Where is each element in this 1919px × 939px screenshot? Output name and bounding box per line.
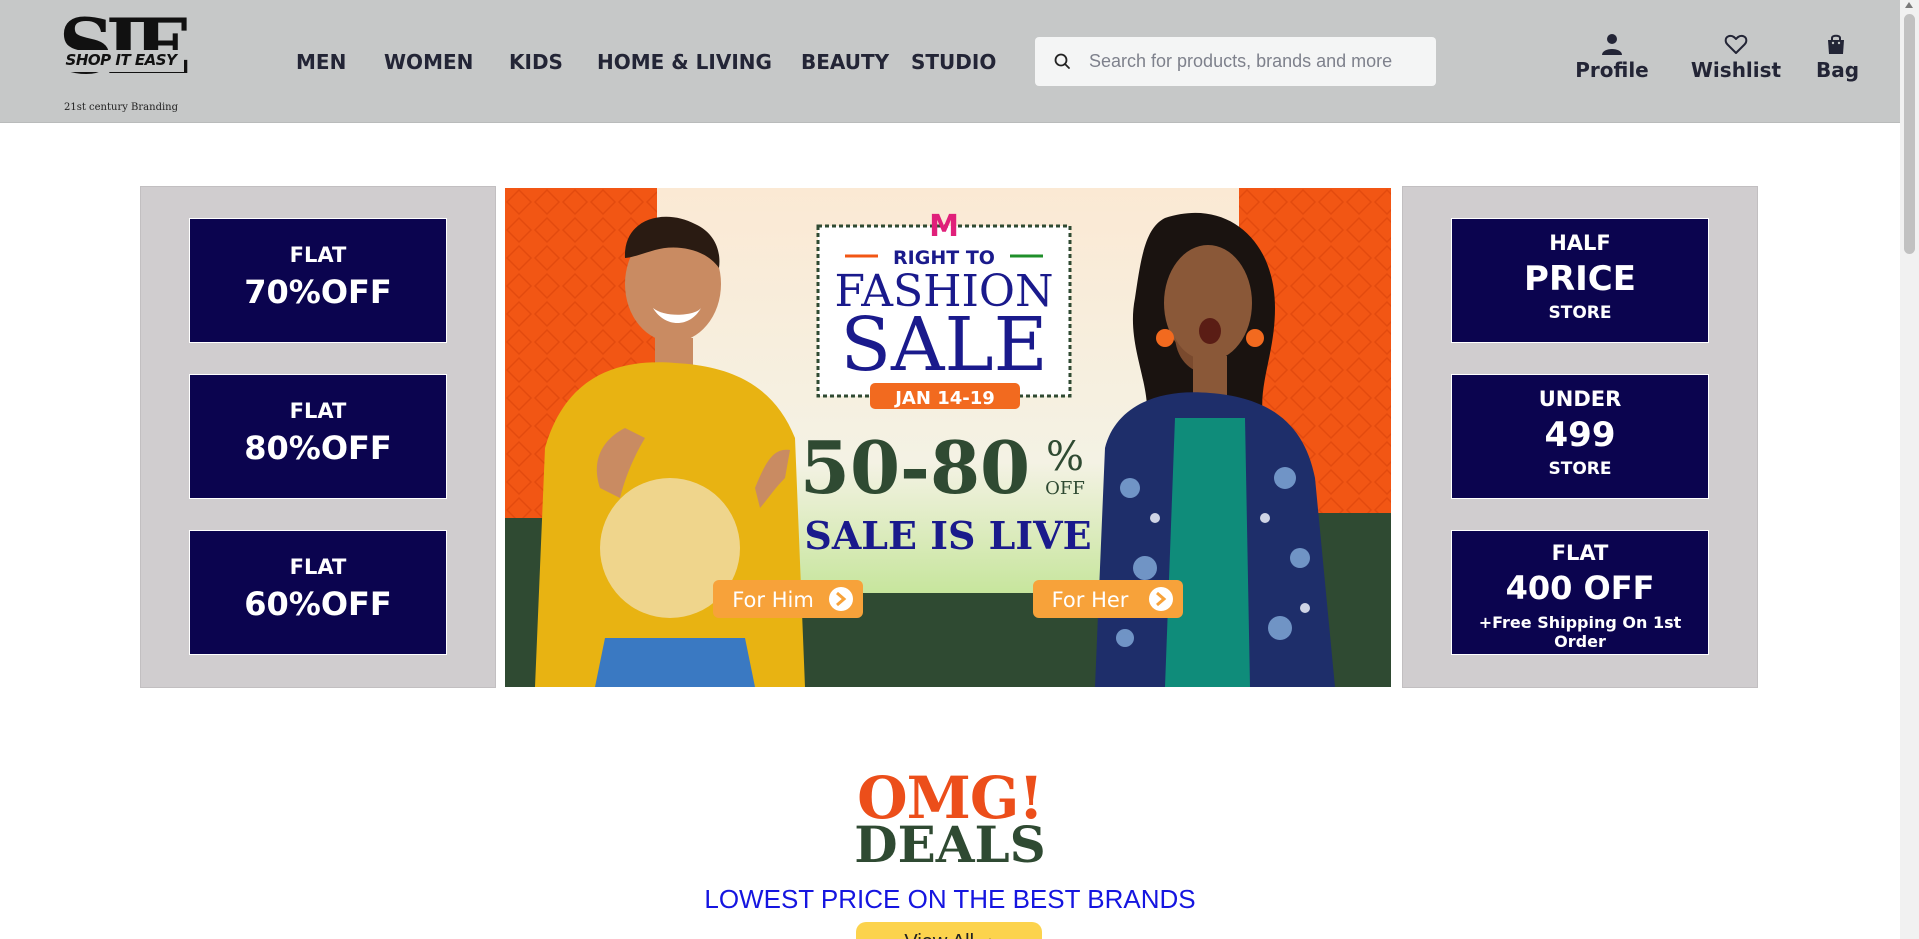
scrollbar-thumb[interactable] bbox=[1904, 14, 1915, 254]
offer-line3: +Free Shipping On 1st Order bbox=[1478, 613, 1682, 651]
offer-card-flat-400[interactable]: FLAT 400 OFF +Free Shipping On 1st Order bbox=[1451, 530, 1709, 655]
myntra-logo-icon: M bbox=[929, 209, 959, 244]
user-icon bbox=[1572, 32, 1652, 56]
banner-title-sale: SALE bbox=[840, 302, 1047, 388]
omg-deals-section: OMG! DEALS LOWEST PRICE ON THE BEST BRAN… bbox=[0, 769, 1900, 915]
banner-dates: JAN 14-19 bbox=[893, 388, 995, 409]
nav-studio[interactable]: STUDIO bbox=[911, 50, 996, 74]
for-her-button[interactable]: For Her bbox=[1052, 588, 1129, 612]
logo-brand-name: SHOP IT EASY bbox=[65, 51, 177, 69]
page: SIE SHOP IT EASY 21st century Branding M… bbox=[0, 0, 1919, 939]
view-all-button[interactable]: View All bbox=[856, 922, 1042, 939]
left-offers-panel: FLAT 70%OFF FLAT 80%OFF FLAT 60%OFF bbox=[140, 186, 496, 688]
offer-line1: FLAT bbox=[289, 399, 347, 423]
search-input[interactable] bbox=[1089, 37, 1429, 86]
logo-monogram: SIE bbox=[58, 2, 191, 91]
offer-card-under-499[interactable]: UNDER 499 STORE bbox=[1451, 374, 1709, 499]
offer-line2: 60%OFF bbox=[244, 585, 392, 623]
banner-graphic: M RIGHT TO FASHION SALE JAN 14-19 50-80 … bbox=[505, 188, 1391, 687]
offer-card-flat-60[interactable]: FLAT 60%OFF bbox=[189, 530, 447, 655]
search-bar bbox=[1035, 37, 1436, 86]
nav-kids[interactable]: KIDS bbox=[509, 50, 563, 74]
scrollbar[interactable] bbox=[1900, 0, 1919, 939]
profile-button[interactable]: Profile bbox=[1572, 32, 1652, 88]
offer-line1: FLAT bbox=[1551, 541, 1609, 565]
nav-men[interactable]: MEN bbox=[296, 50, 346, 74]
nav-beauty[interactable]: BEAUTY bbox=[801, 50, 889, 74]
heart-icon bbox=[1688, 32, 1784, 56]
scroll-up-arrow-icon[interactable] bbox=[1905, 2, 1913, 8]
offer-line1: HALF bbox=[1549, 231, 1611, 255]
shopping-bag-icon bbox=[1816, 32, 1856, 56]
offer-line2: PRICE bbox=[1524, 259, 1636, 299]
offer-card-flat-80[interactable]: FLAT 80%OFF bbox=[189, 374, 447, 499]
hero-banner[interactable]: M RIGHT TO FASHION SALE JAN 14-19 50-80 … bbox=[505, 188, 1391, 687]
bag-button[interactable]: Bag bbox=[1816, 32, 1860, 88]
offer-card-half-price[interactable]: HALF PRICE STORE bbox=[1451, 218, 1709, 343]
search-icon[interactable] bbox=[1053, 52, 1073, 72]
for-him-button[interactable]: For Him bbox=[732, 588, 814, 612]
nav-home-living[interactable]: HOME & LIVING bbox=[597, 50, 772, 74]
banner-discount: 50-80 bbox=[800, 425, 1030, 510]
offer-card-flat-70[interactable]: FLAT 70%OFF bbox=[189, 218, 447, 343]
wishlist-button[interactable]: Wishlist bbox=[1688, 32, 1784, 88]
offer-line1: UNDER bbox=[1538, 387, 1622, 411]
header: SIE SHOP IT EASY 21st century Branding M… bbox=[0, 0, 1900, 123]
offer-line3: STORE bbox=[1548, 459, 1612, 479]
offer-line2: 400 OFF bbox=[1505, 569, 1655, 607]
offer-line1: FLAT bbox=[289, 555, 347, 579]
right-offers-panel: HALF PRICE STORE UNDER 499 STORE FLAT 40… bbox=[1402, 186, 1758, 688]
offer-line1: FLAT bbox=[289, 243, 347, 267]
logo[interactable]: SIE SHOP IT EASY 21st century Branding bbox=[48, 2, 194, 118]
logo-tagline: 21st century Branding bbox=[63, 102, 179, 113]
wishlist-label: Wishlist bbox=[1690, 58, 1782, 82]
view-all-label: View All bbox=[904, 931, 974, 939]
offer-line3: STORE bbox=[1548, 303, 1612, 323]
banner-off: OFF bbox=[1045, 478, 1085, 499]
banner-sale-live: SALE IS LIVE bbox=[804, 513, 1091, 558]
offer-line2: 499 bbox=[1544, 415, 1616, 455]
bag-label: Bag bbox=[1816, 58, 1860, 82]
offer-line2: 70%OFF bbox=[244, 273, 392, 311]
deals-title-deals: DEALS bbox=[854, 815, 1046, 874]
profile-label: Profile bbox=[1575, 58, 1649, 82]
banner-percent: % bbox=[1046, 434, 1084, 480]
deals-subtitle: LOWEST PRICE ON THE BEST BRANDS bbox=[704, 884, 1196, 914]
offer-line2: 80%OFF bbox=[244, 429, 392, 467]
nav-women[interactable]: WOMEN bbox=[384, 50, 473, 74]
